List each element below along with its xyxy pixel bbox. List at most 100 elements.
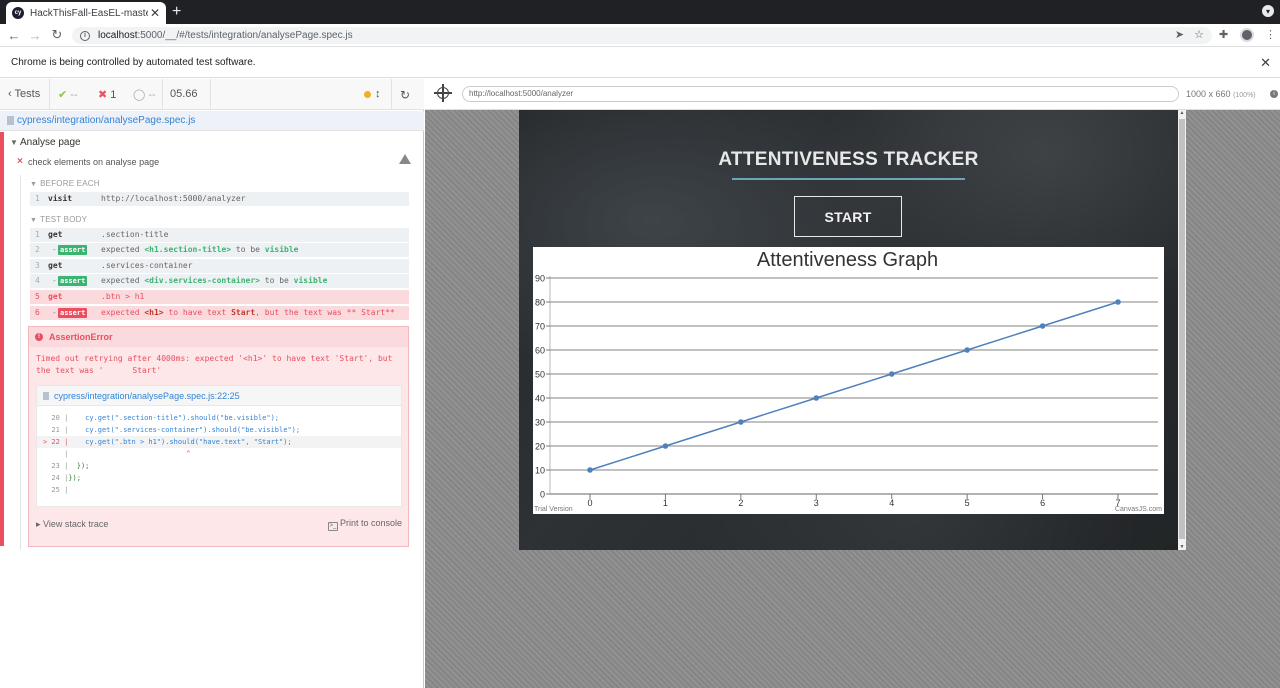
start-button[interactable]: START <box>794 196 902 237</box>
scroll-down-icon[interactable]: ▼ <box>1178 544 1186 550</box>
terminal-icon: >_ <box>327 522 338 531</box>
hook-divider <box>20 175 21 550</box>
caret-down-icon: ▼ <box>30 181 38 188</box>
tab-close-icon[interactable]: ✕ <box>150 6 160 20</box>
command-row[interactable]: 3 get .services-container <box>30 259 409 273</box>
restart-icon[interactable]: ↻ <box>400 88 410 102</box>
y-tick-label: 50 <box>535 370 545 380</box>
error-panel: ! AssertionError Timed out retrying afte… <box>28 326 409 547</box>
failed-test-icon: × <box>17 156 23 167</box>
suite-caret-icon[interactable]: ▼ <box>10 138 18 147</box>
y-tick-label: 10 <box>535 466 545 476</box>
command-row[interactable]: 1 visit http://localhost:5000/analyzer <box>30 192 409 206</box>
failed-command-row[interactable]: 5 get .btn > h1 <box>30 290 409 304</box>
title-underline <box>732 178 965 180</box>
extensions-icon[interactable]: ✚ <box>1219 28 1228 41</box>
bookmark-star-icon[interactable]: ☆ <box>1194 28 1204 41</box>
data-point <box>1115 299 1121 305</box>
scroll-up-icon[interactable]: ▲ <box>1178 110 1186 116</box>
send-icon[interactable]: ➤ <box>1175 28 1184 41</box>
y-tick-label: 20 <box>535 442 545 452</box>
attentiveness-chart: Attentiveness Graph 0 10 20 30 40 50 60 70 80 90 0 1… <box>533 247 1164 514</box>
address-url: localhost:5000/__/#/tests/integration/an… <box>98 30 353 41</box>
command-row[interactable]: 1 get .section-title <box>30 228 409 242</box>
code-lines: 20 | cy.get(".section-title").should("be… <box>37 412 401 496</box>
aut-header: http://localhost:5000/analyzer 1000 x 66… <box>425 79 1280 110</box>
chart-watermark-left: Trial Version <box>534 506 573 513</box>
code-line: 23 | }); <box>43 462 90 470</box>
y-tick-label: 80 <box>535 298 545 308</box>
x-tick-label: 1 <box>663 498 668 508</box>
data-point <box>738 419 744 425</box>
chart-watermark-right: CanvasJS.com <box>1115 506 1162 513</box>
site-info-icon[interactable]: i <box>80 30 90 41</box>
error-name: AssertionError <box>49 332 113 342</box>
failed-assert-row[interactable]: 6- assert expected <h1> to have text Sta… <box>30 306 409 320</box>
code-line: 24 |}); <box>43 474 81 482</box>
x-tick-label: 6 <box>1040 498 1045 508</box>
code-line-highlighted: > 22 | cy.get(".btn > h1").should("have.… <box>37 436 401 448</box>
viewport-info-icon[interactable]: i <box>1270 90 1278 98</box>
infobar-text: Chrome is being controlled by automated … <box>11 57 256 68</box>
selector-playground-icon[interactable] <box>434 84 452 102</box>
profile-avatar-icon[interactable] <box>1240 28 1254 42</box>
caret-down-icon: ▼ <box>30 217 38 224</box>
tests-button[interactable]: ‹ Tests <box>8 88 40 100</box>
caret-right-icon: ▸ <box>36 519 41 529</box>
check-icon: ✔ <box>58 89 68 101</box>
spec-path-link[interactable]: cypress/integration/analysePage.spec.js <box>17 115 195 126</box>
y-tick-label: 30 <box>535 418 545 428</box>
code-frame: cypress/integration/analysePage.spec.js:… <box>36 385 402 507</box>
x-tick-label: 5 <box>965 498 970 508</box>
data-point <box>888 371 895 377</box>
assert-badge: assert <box>58 245 88 255</box>
x-icon: ✖ <box>98 89 108 101</box>
code-line: 20 | cy.get(".section-title").should("be… <box>43 414 280 422</box>
x-tick-label: 0 <box>587 498 592 508</box>
passed-count: ✔ -- <box>58 89 78 101</box>
browser-tab[interactable]: cy HackThisFall-EasEL-master-ba ✕ <box>6 2 166 24</box>
infobar-close-icon[interactable]: ✕ <box>1260 55 1271 71</box>
assert-row[interactable]: 4- assert expected <div.services-contain… <box>30 274 409 288</box>
code-frame-link[interactable]: cypress/integration/analysePage.spec.js:… <box>54 391 240 401</box>
warning-icon[interactable] <box>399 154 411 164</box>
chart-svg: Attentiveness Graph 0 10 20 30 40 50 60 70 80 90 0 1… <box>534 249 1162 513</box>
auto-scroll-icon[interactable]: ↕ <box>375 88 381 100</box>
new-tab-icon[interactable]: + <box>172 3 181 21</box>
data-point <box>1039 323 1046 329</box>
code-line: 25 | <box>43 486 69 494</box>
back-icon[interactable]: ← <box>6 27 22 43</box>
auto-scroll-dot-icon[interactable] <box>364 91 371 98</box>
file-icon <box>7 116 14 125</box>
address-bar[interactable]: i localhost:5000/__/#/tests/integration/… <box>72 27 1212 44</box>
data-point <box>587 467 593 473</box>
duration: 05.66 <box>170 88 198 100</box>
data-point <box>964 347 970 353</box>
before-each-hook[interactable]: ▼ BEFORE EACH <box>30 179 100 188</box>
y-tick-label: 40 <box>535 394 545 404</box>
reporter-stats-bar: ‹ Tests ✔ -- ✖ 1 ◯ -- 05.66 ↕ ↻ <box>0 79 424 110</box>
view-stack-trace-toggle[interactable]: ▸ View stack trace <box>36 519 108 530</box>
error-icon: ! <box>35 333 43 341</box>
app-scrollbar[interactable]: ▲ ▼ <box>1178 110 1186 550</box>
failure-indicator <box>0 132 4 546</box>
browser-toolbar: ← → ↻ i localhost:5000/__/#/tests/integr… <box>0 24 1280 47</box>
viewport-size: 1000 x 660 (100%) <box>1186 89 1256 99</box>
automation-infobar: Chrome is being controlled by automated … <box>0 48 1280 78</box>
start-button-label: START <box>824 208 872 225</box>
tab-strip: cy HackThisFall-EasEL-master-ba ✕ + ▾ <box>0 0 1280 24</box>
test-body-hook[interactable]: ▼ TEST BODY <box>30 215 87 224</box>
code-line: | ^ <box>43 450 191 458</box>
tab-search-icon[interactable]: ▾ <box>1262 5 1274 17</box>
assert-badge: assert <box>58 276 88 286</box>
suite-title[interactable]: Analyse page <box>20 137 81 148</box>
assert-row[interactable]: 2- assert expected <h1.section-title> to… <box>30 243 409 257</box>
chart-title: Attentiveness Graph <box>757 249 938 271</box>
scroll-thumb[interactable] <box>1179 119 1185 539</box>
reload-icon[interactable]: ↻ <box>49 27 65 43</box>
forward-icon[interactable]: → <box>27 27 43 43</box>
y-tick-label: 0 <box>540 490 545 500</box>
print-to-console-button[interactable]: >_ Print to console <box>327 518 402 531</box>
browser-menu-icon[interactable]: ⋮ <box>1265 28 1276 41</box>
test-title[interactable]: check elements on analyse page <box>28 157 159 167</box>
